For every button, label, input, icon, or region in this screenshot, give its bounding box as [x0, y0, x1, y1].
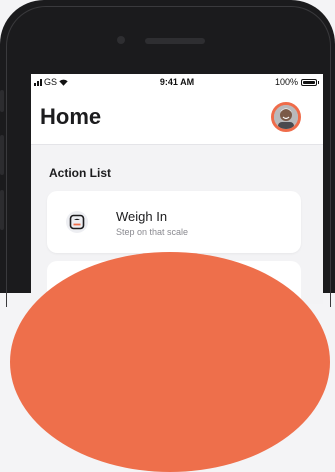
volume-down-button — [0, 190, 4, 230]
status-bar: GS 9:41 AM 100% — [31, 74, 323, 90]
mute-switch — [0, 90, 4, 112]
app-header: Home — [31, 90, 323, 144]
section-title: Action List — [49, 166, 111, 180]
battery-percent: 100% — [274, 77, 298, 87]
avatar[interactable] — [271, 102, 301, 132]
action-item-subtitle: Step on that scale — [116, 227, 189, 237]
earpiece-speaker — [145, 38, 205, 44]
accent-circle — [10, 252, 330, 472]
action-item-title: Weigh In — [116, 209, 168, 224]
action-item-weigh-in[interactable]: Weigh In Step on that scale — [47, 191, 301, 253]
avatar-photo-icon — [274, 105, 298, 129]
battery-level-fill — [303, 80, 315, 84]
scale-icon-wrapper — [66, 211, 88, 233]
battery-icon — [301, 78, 319, 86]
volume-up-button — [0, 135, 4, 175]
front-camera — [117, 36, 125, 44]
status-right: 100% — [274, 77, 319, 87]
page-title: Home — [40, 104, 102, 129]
scale-icon — [69, 214, 85, 230]
